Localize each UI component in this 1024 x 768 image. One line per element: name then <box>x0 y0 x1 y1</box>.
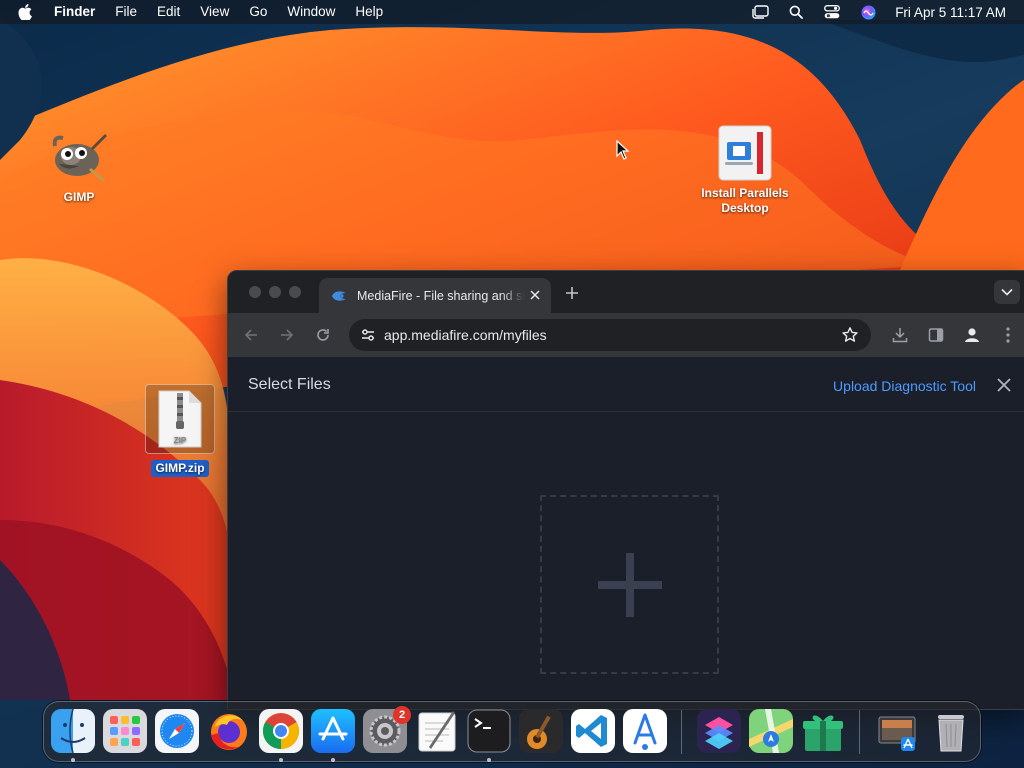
dock-launchpad-icon[interactable] <box>103 709 147 753</box>
browser-toolbar: app.mediafire.com/myfiles <box>228 313 1024 357</box>
mediafire-page: Select Files Upload Diagnostic Tool <box>228 357 1024 709</box>
select-files-header: Select Files Upload Diagnostic Tool <box>228 357 1024 412</box>
tab-search-chevron-icon[interactable] <box>994 280 1020 304</box>
dock-finder-icon[interactable] <box>51 708 95 754</box>
browser-menu-kebab-icon[interactable] <box>998 325 1018 345</box>
dock-running-indicator <box>331 758 335 762</box>
desktop-icon-label: GIMP <box>63 190 95 204</box>
stage-manager-icon[interactable] <box>751 3 769 21</box>
profile-avatar-icon[interactable] <box>962 325 982 345</box>
zoom-window-button[interactable] <box>289 286 301 298</box>
desktop-icon-label: GIMP.zip <box>151 460 209 477</box>
gimp-app-icon <box>40 128 118 188</box>
tab-title: MediaFire - File sharing and storage <box>357 288 525 303</box>
notification-badge: 2 <box>393 706 411 724</box>
parallels-installer-icon <box>690 122 800 184</box>
window-controls <box>249 286 301 298</box>
menu-edit[interactable]: Edit <box>147 0 190 24</box>
menu-view[interactable]: View <box>190 0 239 24</box>
dock-safari-icon[interactable] <box>155 709 199 753</box>
dock-firefox-icon[interactable] <box>207 709 251 753</box>
desktop-icon-gimp-zip[interactable]: ZIP GIMP.zip <box>140 384 220 477</box>
downloads-icon[interactable] <box>890 325 910 345</box>
dock-textedit-icon[interactable] <box>415 709 459 753</box>
dock-running-indicator <box>71 758 75 762</box>
dock-running-indicator <box>279 758 283 762</box>
dock-gift-icon[interactable] <box>801 709 845 753</box>
file-drop-zone[interactable] <box>540 495 719 674</box>
mouse-cursor-icon <box>616 139 630 160</box>
dock-shortcuts-icon[interactable] <box>697 709 741 753</box>
menu-go[interactable]: Go <box>239 0 277 24</box>
dock-terminal-icon[interactable] <box>467 709 511 753</box>
dock-maps-icon[interactable] <box>749 709 793 753</box>
menu-bar: Finder File Edit View Go Window Help Fri… <box>0 0 1024 24</box>
dock-chrome-icon[interactable] <box>259 709 303 753</box>
page-title: Select Files <box>248 376 331 393</box>
menu-help[interactable]: Help <box>345 0 393 24</box>
close-window-button[interactable] <box>249 286 261 298</box>
close-dialog-icon[interactable] <box>996 377 1012 393</box>
dock-system-settings-icon[interactable]: 2 <box>363 706 411 753</box>
tab-strip: MediaFire - File sharing and storage <box>228 271 1024 313</box>
upload-diagnostic-tool-link[interactable]: Upload Diagnostic Tool <box>833 378 976 394</box>
desktop-icon-gimp[interactable]: GIMP <box>40 128 118 205</box>
menu-file[interactable]: File <box>105 0 147 24</box>
menu-app-finder[interactable]: Finder <box>54 0 105 24</box>
tab-mediafire[interactable]: MediaFire - File sharing and storage <box>319 278 551 313</box>
mediafire-favicon-icon <box>331 290 347 302</box>
new-tab-icon[interactable] <box>562 283 582 303</box>
address-bar[interactable]: app.mediafire.com/myfiles <box>349 319 871 351</box>
dock-vscode-icon[interactable] <box>571 709 615 753</box>
tab-close-icon[interactable] <box>527 287 543 303</box>
menu-bar-clock[interactable]: Fri Apr 5 11:17 AM <box>895 5 1006 20</box>
spotlight-search-icon[interactable] <box>787 3 805 21</box>
dock-garageband-icon[interactable] <box>519 709 563 753</box>
desktop-icon-label: Install Parallels Desktop <box>701 186 789 215</box>
side-panel-icon[interactable] <box>926 325 946 345</box>
browser-window: MediaFire - File sharing and storage app… <box>227 270 1024 710</box>
address-bar-url: app.mediafire.com/myfiles <box>384 327 547 343</box>
forward-arrow-icon[interactable] <box>277 325 297 345</box>
dock: 2 <box>43 701 981 762</box>
add-files-plus-icon[interactable] <box>598 553 662 617</box>
zip-file-icon: ZIP <box>145 384 215 454</box>
menu-window[interactable]: Window <box>277 0 345 24</box>
bookmark-star-icon[interactable] <box>841 326 859 344</box>
siri-icon[interactable] <box>859 3 877 21</box>
dock-trash-icon[interactable] <box>929 709 973 753</box>
zip-badge-text: ZIP <box>174 436 187 445</box>
dock-instruments-icon[interactable] <box>623 709 667 753</box>
dock-separator <box>859 710 860 754</box>
desktop-icon-install-parallels[interactable]: Install Parallels Desktop <box>690 122 800 216</box>
site-settings-icon[interactable] <box>360 327 376 343</box>
dock-app-store-icon[interactable] <box>311 709 355 753</box>
dock-preview-icon[interactable] <box>875 709 919 753</box>
dock-separator <box>681 710 682 754</box>
dock-running-indicator <box>487 758 491 762</box>
apple-menu-icon[interactable] <box>18 4 36 20</box>
back-arrow-icon[interactable] <box>241 325 261 345</box>
control-center-icon[interactable] <box>823 3 841 21</box>
reload-icon[interactable] <box>313 325 333 345</box>
minimize-window-button[interactable] <box>269 286 281 298</box>
